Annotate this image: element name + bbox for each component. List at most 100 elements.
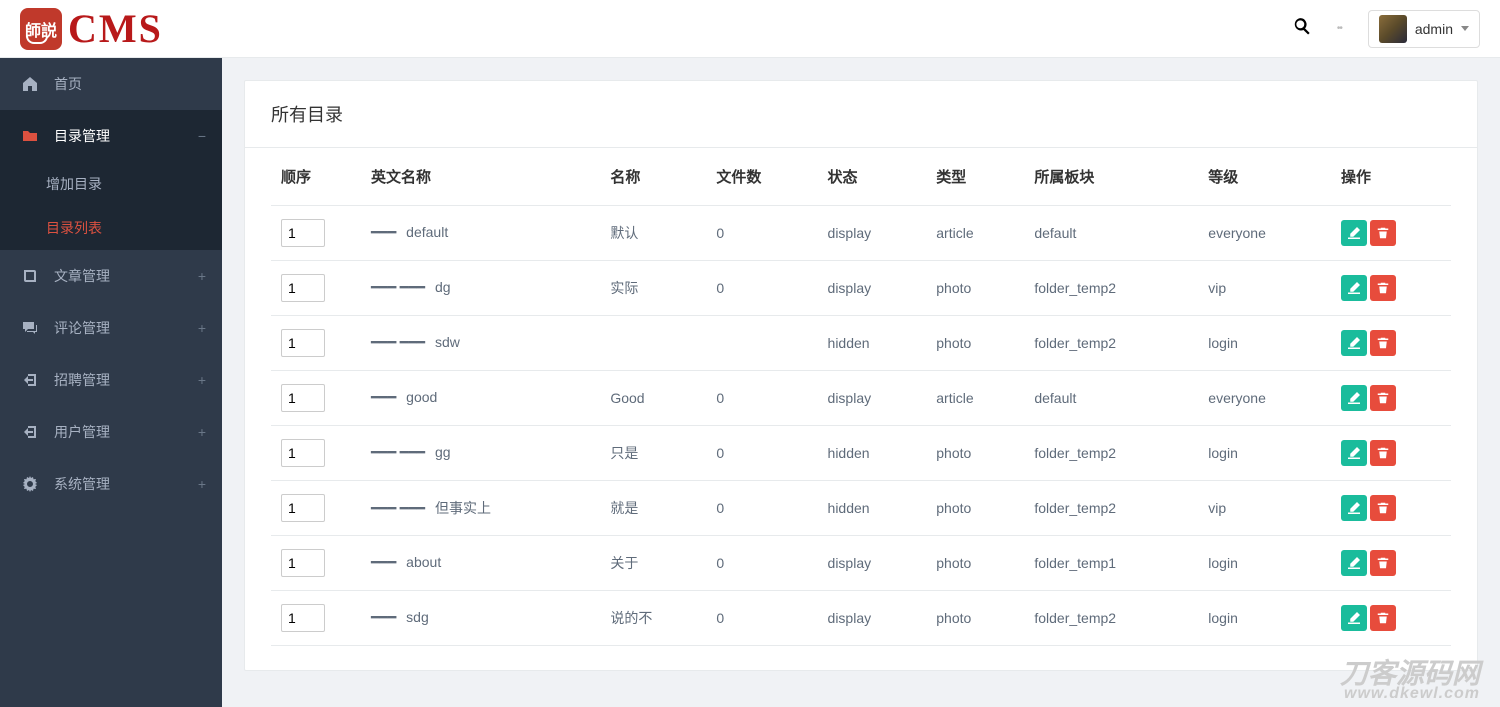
- table-row: ━━━ sdg说的不0displayphotofolder_temp2login: [271, 591, 1451, 646]
- cell-ename: ━━━ ━━━ 但事实上: [361, 481, 600, 536]
- sidebar-item-5[interactable]: 用户管理+: [0, 406, 222, 458]
- cell-type: photo: [926, 481, 1024, 536]
- edit-button[interactable]: [1341, 550, 1367, 576]
- cell-level: login: [1198, 316, 1331, 371]
- cell-name: 就是: [600, 481, 706, 536]
- cell-module: default: [1024, 206, 1198, 261]
- sidebar-item-0[interactable]: 首页: [0, 58, 222, 110]
- cell-files: 0: [706, 206, 817, 261]
- delete-button[interactable]: [1370, 495, 1396, 521]
- cell-module: folder_temp2: [1024, 316, 1198, 371]
- order-input[interactable]: [281, 604, 325, 632]
- sidebar-item-6[interactable]: 系统管理+: [0, 458, 222, 510]
- order-input[interactable]: [281, 384, 325, 412]
- toggle-icon: +: [198, 476, 206, 492]
- sidebar-item-label: 文章管理: [54, 266, 110, 286]
- cell-type: photo: [926, 536, 1024, 591]
- edit-button[interactable]: [1341, 330, 1367, 356]
- order-input[interactable]: [281, 439, 325, 467]
- cell-name: 说的不: [600, 591, 706, 646]
- cell-level: vip: [1198, 481, 1331, 536]
- order-input[interactable]: [281, 494, 325, 522]
- comments-icon: [22, 320, 42, 336]
- order-input[interactable]: [281, 219, 325, 247]
- chevron-down-icon: [1461, 26, 1469, 31]
- table-row: ━━━ ━━━ gg只是0hiddenphotofolder_temp2logi…: [271, 426, 1451, 481]
- sidebar-item-3[interactable]: 评论管理+: [0, 302, 222, 354]
- column-header: 文件数: [706, 148, 817, 206]
- cell-module: folder_temp2: [1024, 481, 1198, 536]
- column-header: 操作: [1331, 148, 1451, 206]
- edit-button[interactable]: [1341, 385, 1367, 411]
- cell-name: [600, 316, 706, 371]
- signin-icon: [22, 424, 42, 440]
- cell-type: photo: [926, 261, 1024, 316]
- delete-button[interactable]: [1370, 605, 1396, 631]
- table-row: ━━━ ━━━ 但事实上就是0hiddenphotofolder_temp2vi…: [271, 481, 1451, 536]
- cell-status: display: [818, 261, 927, 316]
- table-row: ━━━ about关于0displayphotofolder_temp1logi…: [271, 536, 1451, 591]
- divider: ••: [1337, 23, 1342, 34]
- cell-type: photo: [926, 316, 1024, 371]
- header: 師説 CMS •• admin: [0, 0, 1500, 58]
- cell-level: login: [1198, 426, 1331, 481]
- cell-name: 实际: [600, 261, 706, 316]
- logo[interactable]: 師説 CMS: [20, 8, 163, 50]
- cell-files: [706, 316, 817, 371]
- toggle-icon: +: [198, 372, 206, 388]
- column-header: 类型: [926, 148, 1024, 206]
- sidebar-item-1[interactable]: 目录管理 −: [0, 110, 222, 162]
- cell-module: default: [1024, 371, 1198, 426]
- order-input[interactable]: [281, 274, 325, 302]
- sidebar-item-label: 招聘管理: [54, 370, 110, 390]
- cell-level: login: [1198, 591, 1331, 646]
- edit-button[interactable]: [1341, 605, 1367, 631]
- cell-name: 关于: [600, 536, 706, 591]
- order-input[interactable]: [281, 329, 325, 357]
- home-icon: [22, 76, 42, 92]
- cell-name: 只是: [600, 426, 706, 481]
- cell-level: vip: [1198, 261, 1331, 316]
- cell-files: 0: [706, 536, 817, 591]
- cell-level: everyone: [1198, 371, 1331, 426]
- order-input[interactable]: [281, 549, 325, 577]
- table-row: ━━━ ━━━ dg实际0displayphotofolder_temp2vip: [271, 261, 1451, 316]
- delete-button[interactable]: [1370, 385, 1396, 411]
- cell-module: folder_temp2: [1024, 426, 1198, 481]
- cell-ename: ━━━ sdg: [361, 591, 600, 646]
- toggle-icon: +: [198, 424, 206, 440]
- delete-button[interactable]: [1370, 220, 1396, 246]
- edit-button[interactable]: [1341, 495, 1367, 521]
- delete-button[interactable]: [1370, 550, 1396, 576]
- cell-level: everyone: [1198, 206, 1331, 261]
- main: 所有目录 顺序英文名称名称文件数状态类型所属板块等级操作 ━━━ default…: [222, 58, 1500, 707]
- cell-ename: ━━━ good: [361, 371, 600, 426]
- edit-button[interactable]: [1341, 275, 1367, 301]
- edit-button[interactable]: [1341, 440, 1367, 466]
- sidebar-subitem-1-0[interactable]: 增加目录: [0, 162, 222, 206]
- sidebar-item-2[interactable]: 文章管理 +: [0, 250, 222, 302]
- sidebar-item-label: 目录管理: [54, 126, 110, 146]
- cell-module: folder_temp2: [1024, 261, 1198, 316]
- user-name: admin: [1415, 21, 1453, 37]
- cell-ename: ━━━ ━━━ dg: [361, 261, 600, 316]
- cell-type: photo: [926, 426, 1024, 481]
- delete-button[interactable]: [1370, 330, 1396, 356]
- cell-status: display: [818, 591, 927, 646]
- cell-status: display: [818, 371, 927, 426]
- cell-status: hidden: [818, 316, 927, 371]
- user-menu[interactable]: admin: [1368, 10, 1480, 48]
- cell-ename: ━━━ ━━━ gg: [361, 426, 600, 481]
- edit-button[interactable]: [1341, 220, 1367, 246]
- cell-status: display: [818, 536, 927, 591]
- delete-button[interactable]: [1370, 440, 1396, 466]
- sidebar-item-4[interactable]: 招聘管理 +: [0, 354, 222, 406]
- toggle-icon: −: [198, 128, 206, 144]
- cell-name: Good: [600, 371, 706, 426]
- delete-button[interactable]: [1370, 275, 1396, 301]
- toggle-icon: +: [198, 268, 206, 284]
- cell-status: hidden: [818, 481, 927, 536]
- search-icon[interactable]: [1293, 17, 1311, 40]
- sidebar-subitem-1-1[interactable]: 目录列表: [0, 206, 222, 250]
- page-title: 所有目录: [245, 81, 1477, 148]
